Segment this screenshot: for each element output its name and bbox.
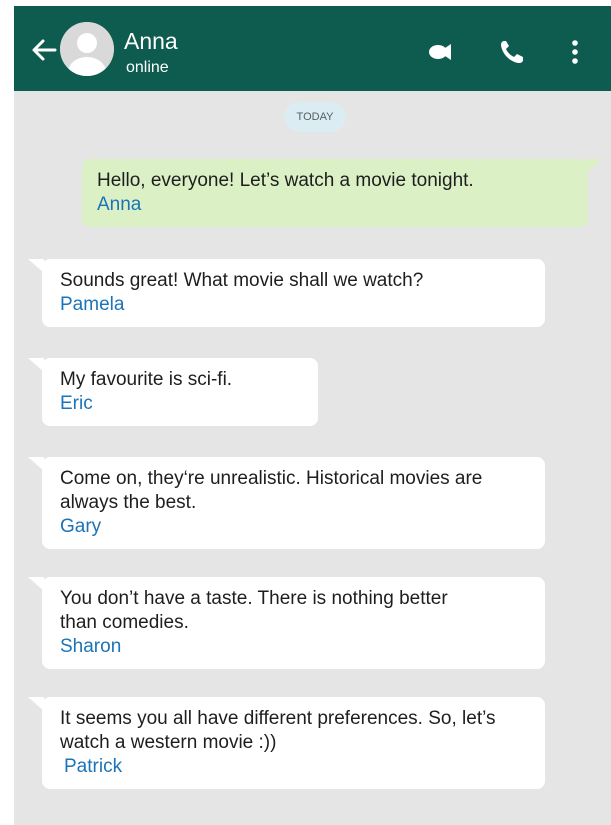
message-text: Sounds great! What movie shall we watch? — [60, 270, 424, 291]
message-sender[interactable]: Patrick — [60, 755, 529, 779]
phone-icon[interactable] — [494, 34, 530, 70]
message-sender[interactable]: Gary — [60, 515, 485, 539]
message-sender[interactable]: Eric — [60, 392, 302, 416]
more-vertical-icon[interactable] — [557, 34, 593, 70]
message-text: Come on, they‘re unrealistic. Historical… — [60, 468, 483, 513]
date-chip: TODAY — [284, 102, 346, 132]
chat-header: Anna online — [14, 6, 611, 91]
message-incoming[interactable]: Sounds great! What movie shall we watch?… — [28, 259, 545, 327]
video-camera-icon[interactable] — [422, 34, 458, 70]
contact-status: online — [126, 59, 169, 76]
message-sender[interactable]: Sharon — [60, 635, 485, 659]
message-incoming[interactable]: My favourite is sci-fi. Eric — [28, 358, 318, 426]
message-text: My favourite is sci-fi. — [60, 369, 233, 390]
message-outgoing[interactable]: Hello, everyone! Let’s watch a movie ton… — [82, 159, 602, 227]
message-text: It seems you all have different preferen… — [60, 708, 496, 753]
message-sender[interactable]: Anna — [97, 193, 572, 217]
chat-screen: Anna online TODAY Hello, everyone! Let’s… — [14, 6, 611, 825]
avatar[interactable] — [60, 22, 114, 76]
contact-name[interactable]: Anna — [124, 28, 178, 55]
message-text: Hello, everyone! Let’s watch a movie ton… — [97, 170, 474, 191]
message-incoming[interactable]: Come on, they‘re unrealistic. Historical… — [28, 457, 545, 549]
message-incoming[interactable]: It seems you all have different preferen… — [28, 697, 545, 789]
message-text: You don’t have a taste. There is nothing… — [60, 588, 448, 633]
message-incoming[interactable]: You don’t have a taste. There is nothing… — [28, 577, 545, 669]
message-sender[interactable]: Pamela — [60, 293, 529, 317]
arrow-left-icon[interactable] — [26, 32, 62, 68]
